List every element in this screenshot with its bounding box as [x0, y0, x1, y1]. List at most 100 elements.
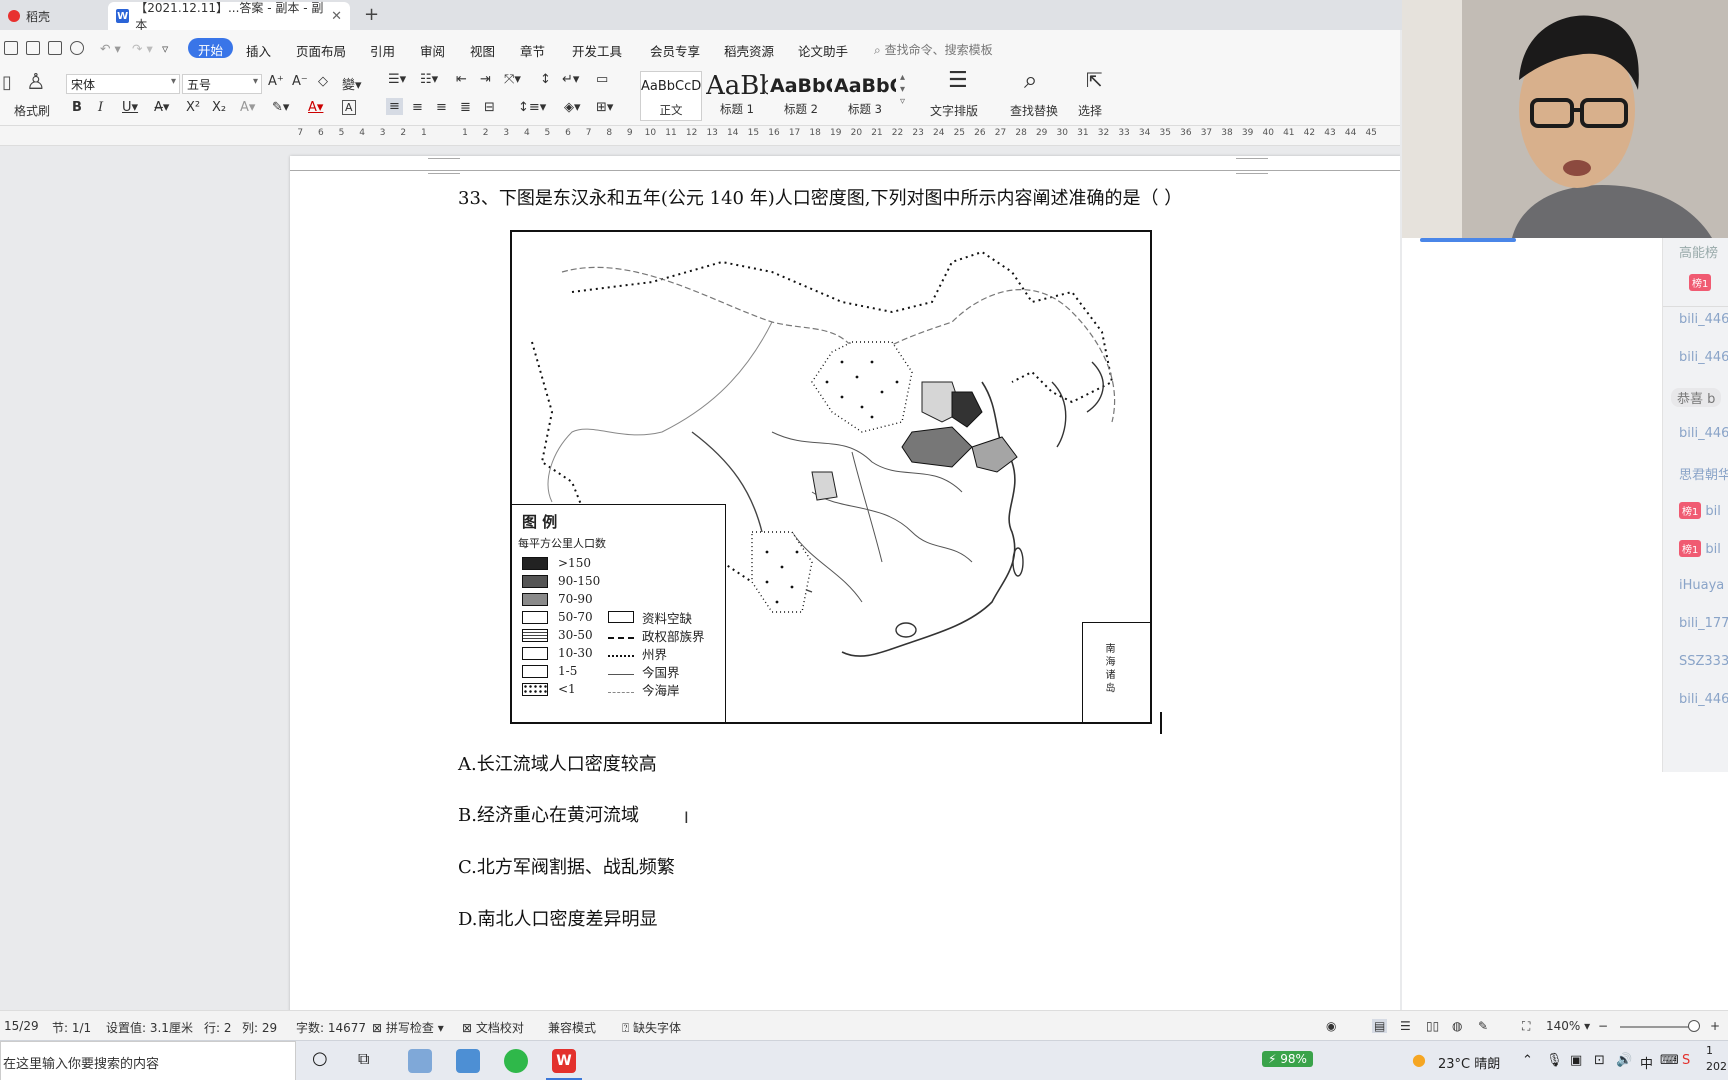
text-layout-label[interactable]: 文字排版 [930, 102, 978, 119]
clock[interactable]: 1 2021 [1706, 1043, 1728, 1075]
align-center-icon[interactable]: ≡ [412, 100, 423, 115]
tab-docer[interactable]: 稻壳 [0, 2, 104, 30]
live-chat-panel[interactable]: 高能榜 榜1 bili_446 bili_446 恭喜 b bili_446 思… [1662, 238, 1728, 772]
redo-icon[interactable]: ↷ ▾ [132, 41, 153, 56]
zoom-slider[interactable] [1620, 1026, 1698, 1028]
italic-icon[interactable]: I [98, 100, 103, 115]
file-explorer-icon[interactable] [408, 1049, 432, 1073]
chat-user[interactable]: iHuaya [1679, 578, 1724, 593]
volume-icon[interactable]: 🔊 [1616, 1053, 1632, 1068]
ime-indicator[interactable]: 中 [1640, 1053, 1653, 1072]
chat-user[interactable]: bili_446 [1679, 692, 1728, 707]
char-border-icon[interactable]: A [342, 100, 356, 115]
font-size-select[interactable]: 五号 [182, 74, 262, 94]
sogou-ime-icon[interactable]: S [1682, 1053, 1690, 1068]
status-page[interactable]: 15/29 [4, 1019, 39, 1033]
line-spacing-icon[interactable]: ↕≡▾ [518, 100, 546, 115]
weather-text[interactable]: 23°C 晴朗 [1438, 1053, 1500, 1072]
horizontal-ruler[interactable]: 7 6 5 4 3 2 1 1 2 3 4 5 6 7 8 9 10 11 12 13 14 15 16 17 18 19 20 21… [0, 126, 1400, 146]
menu-start[interactable]: 开始 [188, 38, 234, 58]
wps-app-icon[interactable]: W [552, 1049, 576, 1073]
document-area[interactable]: 33、下图是东汉永和五年(公元 140 年)人口密度图,下列对图中所示内容阐述准… [0, 146, 1400, 1010]
menu-insert[interactable]: 插入 [246, 41, 271, 60]
find-replace-icon[interactable]: ⌕ [1024, 66, 1037, 94]
increase-indent-icon[interactable]: ⇥ [480, 72, 491, 87]
bullet-list-icon[interactable]: ☰▾ [388, 72, 406, 87]
bold-icon[interactable]: B [72, 100, 82, 115]
font-name-select[interactable]: 宋体 [66, 74, 180, 94]
font-color-icon[interactable]: A▾ [308, 100, 323, 115]
select-label[interactable]: 选择 [1078, 102, 1102, 119]
format-painter-icon[interactable]: ♙ [26, 70, 46, 95]
find-replace-label[interactable]: 查找替换 [1010, 102, 1058, 119]
keyboard-icon[interactable]: ⌨ [1660, 1053, 1679, 1068]
media-app-icon[interactable] [504, 1049, 528, 1073]
select-cursor-icon[interactable]: ⇱ [1086, 68, 1103, 92]
menu-developer[interactable]: 开发工具 [572, 41, 622, 60]
subscript-icon[interactable]: X₂ [212, 100, 226, 115]
read-view-icon[interactable]: ▯▯ [1426, 1019, 1439, 1033]
style-heading-1[interactable]: AaBb 标题 1 [706, 71, 768, 121]
web-view-icon[interactable]: ◍ [1452, 1019, 1462, 1033]
superscript-icon[interactable]: X² [186, 100, 200, 115]
highlight-icon[interactable]: ✎▾ [272, 100, 289, 115]
tray-app-icon[interactable]: ▣ [1570, 1053, 1582, 1068]
zoom-slider-thumb[interactable] [1688, 1020, 1700, 1032]
missing-font-button[interactable]: ⍰ 缺失字体 [622, 1019, 681, 1036]
sort-icon[interactable]: ↕ [540, 72, 551, 87]
taskbar-search-box[interactable]: 在这里输入你要搜索的内容 [0, 1041, 296, 1080]
spellcheck-toggle[interactable]: ⊠ 拼写检查 ▾ [372, 1019, 444, 1036]
task-view-icon[interactable]: ⧉ [358, 1049, 369, 1069]
style-heading-2[interactable]: AaBbC 标题 2 [770, 71, 832, 121]
proofread-button[interactable]: ⊠ 文档校对 [462, 1019, 524, 1036]
zoom-out-icon[interactable]: − [1598, 1019, 1608, 1033]
control-panel-icon[interactable] [456, 1049, 480, 1073]
shrink-font-icon[interactable]: A⁻ [292, 74, 308, 89]
menu-member[interactable]: 会员专享 [650, 41, 700, 60]
decrease-indent-icon[interactable]: ⇤ [456, 72, 467, 87]
align-left-icon[interactable]: ≡ [386, 98, 403, 115]
print-icon[interactable] [48, 41, 62, 55]
save-icon[interactable] [4, 41, 18, 55]
menu-page-layout[interactable]: 页面布局 [296, 41, 346, 60]
chat-user[interactable]: bili_446 [1679, 312, 1728, 327]
zoom-level[interactable]: 140% ▾ [1546, 1019, 1590, 1033]
eye-protect-icon[interactable]: ◉ [1326, 1019, 1336, 1033]
menu-review[interactable]: 审阅 [420, 41, 445, 60]
outline-view-icon[interactable]: ☰ [1400, 1019, 1411, 1033]
shading-icon[interactable]: ◈▾ [564, 100, 581, 115]
styles-scroll-icon[interactable]: ▴ ▾ ▿ [900, 72, 905, 108]
menu-references[interactable]: 引用 [370, 41, 395, 60]
page-view-icon[interactable]: ▤ [1372, 1019, 1388, 1033]
align-right-icon[interactable]: ≡ [436, 100, 447, 115]
cortana-icon[interactable]: ○ [312, 1048, 328, 1069]
style-normal[interactable]: AaBbCcDd 正文 [640, 71, 702, 121]
tab-document[interactable]: W 【2021.12.11】...答案 - 副本 - 副本 ✕ [108, 1, 350, 32]
menu-thesis-assistant[interactable]: 论文助手 [798, 41, 848, 60]
status-word-count[interactable]: 字数: 14677 [296, 1019, 366, 1036]
chat-user[interactable]: 榜1 bil [1679, 540, 1721, 557]
battery-indicator[interactable]: ⚡ 98% [1262, 1051, 1313, 1067]
justify-icon[interactable]: ≣ [460, 100, 471, 115]
customize-dropdown-icon[interactable]: ▿ [162, 41, 168, 56]
show-marks-icon[interactable]: ↵▾ [562, 72, 579, 87]
grow-font-icon[interactable]: A⁺ [268, 74, 284, 89]
menu-docer-resources[interactable]: 稻壳资源 [724, 41, 774, 60]
export-pdf-icon[interactable] [26, 41, 40, 55]
chat-user[interactable]: 榜1 bil [1679, 502, 1721, 519]
menu-view[interactable]: 视图 [470, 41, 495, 60]
style-heading-3[interactable]: AaBbC 标题 3 [834, 71, 896, 121]
underline-icon[interactable]: U▾ [122, 100, 138, 115]
print-preview-icon[interactable] [70, 41, 84, 55]
tray-expand-icon[interactable]: ⌃ [1522, 1053, 1533, 1068]
microphone-icon[interactable]: 🎙 [1546, 1053, 1563, 1068]
chat-user[interactable]: 思君朝华 [1679, 464, 1728, 483]
distributed-icon[interactable]: ⊟ [484, 100, 495, 115]
close-tab-icon[interactable]: ✕ [331, 9, 342, 24]
chat-user[interactable]: bili_177 [1679, 616, 1728, 631]
chat-user[interactable]: SSZ333 [1679, 654, 1728, 669]
chinese-layout-icon[interactable]: ⤧▾ [504, 72, 521, 87]
network-icon[interactable]: ⊡ [1594, 1053, 1605, 1068]
pen-icon[interactable]: ✎ [1478, 1019, 1488, 1033]
new-tab-button[interactable]: + [364, 4, 379, 25]
